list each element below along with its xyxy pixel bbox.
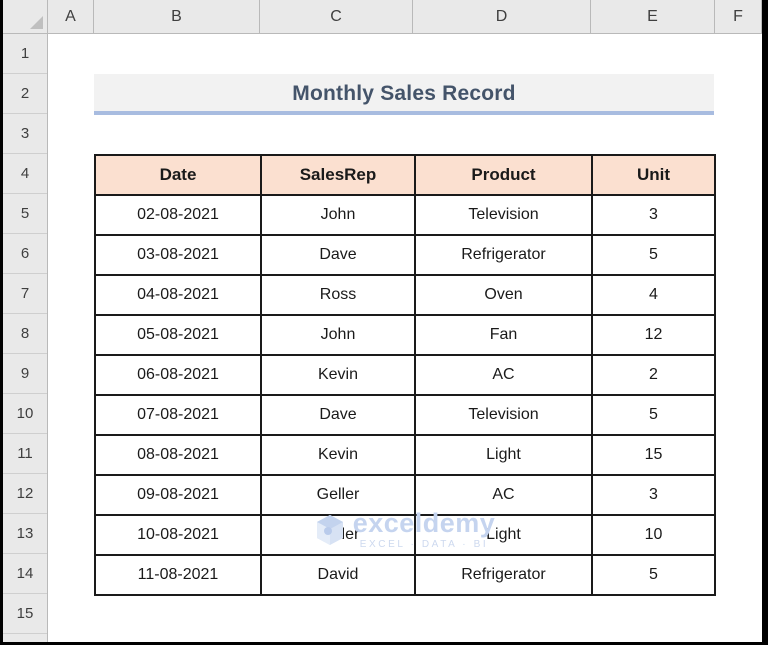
table-row: 09-08-2021 Geller AC 3 [94, 474, 716, 516]
table-row: 10-08-2021 Geller Light 10 [94, 514, 716, 556]
row-header-7[interactable]: 7 [3, 274, 47, 314]
table-row: 02-08-2021 John Television 3 [94, 194, 716, 236]
column-header-d[interactable]: D [413, 0, 591, 33]
cell-salesrep[interactable]: David [260, 554, 416, 596]
cell-date[interactable]: 03-08-2021 [94, 234, 262, 276]
cell-product[interactable]: Refrigerator [414, 554, 593, 596]
column-header-unit[interactable]: Unit [591, 154, 716, 196]
row-header-4[interactable]: 4 [3, 154, 47, 194]
select-all-button[interactable] [3, 0, 48, 33]
cell-product[interactable]: AC [414, 354, 593, 396]
cell-date[interactable]: 05-08-2021 [94, 314, 262, 356]
row-header-3[interactable]: 3 [3, 114, 47, 154]
table-row: 05-08-2021 John Fan 12 [94, 314, 716, 356]
row-header-15[interactable]: 15 [3, 594, 47, 634]
cell-unit[interactable]: 10 [591, 514, 716, 556]
title-underline [94, 111, 714, 115]
cell-date[interactable]: 09-08-2021 [94, 474, 262, 516]
cell-salesrep[interactable]: Geller [260, 514, 416, 556]
row-header-12[interactable]: 12 [3, 474, 47, 514]
sheet-body: 1 2 3 4 5 6 7 8 9 10 11 12 13 14 15 Mont… [3, 34, 762, 642]
row-header-5[interactable]: 5 [3, 194, 47, 234]
table-header-row: Date SalesRep Product Unit [94, 154, 716, 196]
cell-salesrep[interactable]: Kevin [260, 434, 416, 476]
cell-salesrep[interactable]: Kevin [260, 354, 416, 396]
grid-area: Monthly Sales Record Date SalesRep Produ… [48, 34, 762, 642]
column-header-a[interactable]: A [48, 0, 94, 33]
cell-unit[interactable]: 2 [591, 354, 716, 396]
cell-salesrep[interactable]: John [260, 194, 416, 236]
table-row: 03-08-2021 Dave Refrigerator 5 [94, 234, 716, 276]
sales-data-table: Date SalesRep Product Unit 02-08-2021 Jo… [94, 154, 716, 596]
title-banner[interactable]: Monthly Sales Record [94, 74, 714, 114]
cell-unit[interactable]: 3 [591, 474, 716, 516]
column-header-e[interactable]: E [591, 0, 715, 33]
row-header-1[interactable]: 1 [3, 34, 47, 74]
cell-date[interactable]: 07-08-2021 [94, 394, 262, 436]
row-header-2[interactable]: 2 [3, 74, 47, 114]
cell-unit[interactable]: 5 [591, 554, 716, 596]
cell-unit[interactable]: 4 [591, 274, 716, 316]
row-header-14[interactable]: 14 [3, 554, 47, 594]
cell-unit[interactable]: 5 [591, 394, 716, 436]
cell-salesrep[interactable]: John [260, 314, 416, 356]
cell-unit[interactable]: 15 [591, 434, 716, 476]
column-header-f[interactable]: F [715, 0, 762, 33]
table-row: 11-08-2021 David Refrigerator 5 [94, 554, 716, 596]
row-header-11[interactable]: 11 [3, 434, 47, 474]
column-header-b[interactable]: B [94, 0, 260, 33]
row-header-10[interactable]: 10 [3, 394, 47, 434]
row-header-gutter: 1 2 3 4 5 6 7 8 9 10 11 12 13 14 15 [3, 34, 48, 642]
column-header-date[interactable]: Date [94, 154, 262, 196]
cell-product[interactable]: Television [414, 394, 593, 436]
cell-product[interactable]: Light [414, 434, 593, 476]
row-header-13[interactable]: 13 [3, 514, 47, 554]
cell-salesrep[interactable]: Dave [260, 234, 416, 276]
column-header-salesrep[interactable]: SalesRep [260, 154, 416, 196]
table-row: 07-08-2021 Dave Television 5 [94, 394, 716, 436]
cell-product[interactable]: Oven [414, 274, 593, 316]
cell-date[interactable]: 02-08-2021 [94, 194, 262, 236]
cell-date[interactable]: 04-08-2021 [94, 274, 262, 316]
column-header-c[interactable]: C [260, 0, 413, 33]
column-header-product[interactable]: Product [414, 154, 593, 196]
cell-product[interactable]: Television [414, 194, 593, 236]
cell-salesrep[interactable]: Geller [260, 474, 416, 516]
cell-product[interactable]: Refrigerator [414, 234, 593, 276]
cell-unit[interactable]: 3 [591, 194, 716, 236]
cell-date[interactable]: 11-08-2021 [94, 554, 262, 596]
excel-worksheet: A B C D E F 1 2 3 4 5 6 7 8 9 10 11 12 1… [0, 0, 768, 645]
row-header-9[interactable]: 9 [3, 354, 47, 394]
cell-unit[interactable]: 5 [591, 234, 716, 276]
cell-product[interactable]: Fan [414, 314, 593, 356]
column-header-row: A B C D E F [3, 0, 762, 34]
table-row: 08-08-2021 Kevin Light 15 [94, 434, 716, 476]
select-all-triangle-icon [30, 16, 43, 29]
cell-date[interactable]: 06-08-2021 [94, 354, 262, 396]
cell-date[interactable]: 10-08-2021 [94, 514, 262, 556]
cell-salesrep[interactable]: Dave [260, 394, 416, 436]
cell-product[interactable]: AC [414, 474, 593, 516]
cell-unit[interactable]: 12 [591, 314, 716, 356]
cell-product[interactable]: Light [414, 514, 593, 556]
cell-salesrep[interactable]: Ross [260, 274, 416, 316]
page-title: Monthly Sales Record [292, 82, 516, 105]
table-row: 06-08-2021 Kevin AC 2 [94, 354, 716, 396]
row-header-8[interactable]: 8 [3, 314, 47, 354]
table-row: 04-08-2021 Ross Oven 4 [94, 274, 716, 316]
row-header-6[interactable]: 6 [3, 234, 47, 274]
cell-date[interactable]: 08-08-2021 [94, 434, 262, 476]
